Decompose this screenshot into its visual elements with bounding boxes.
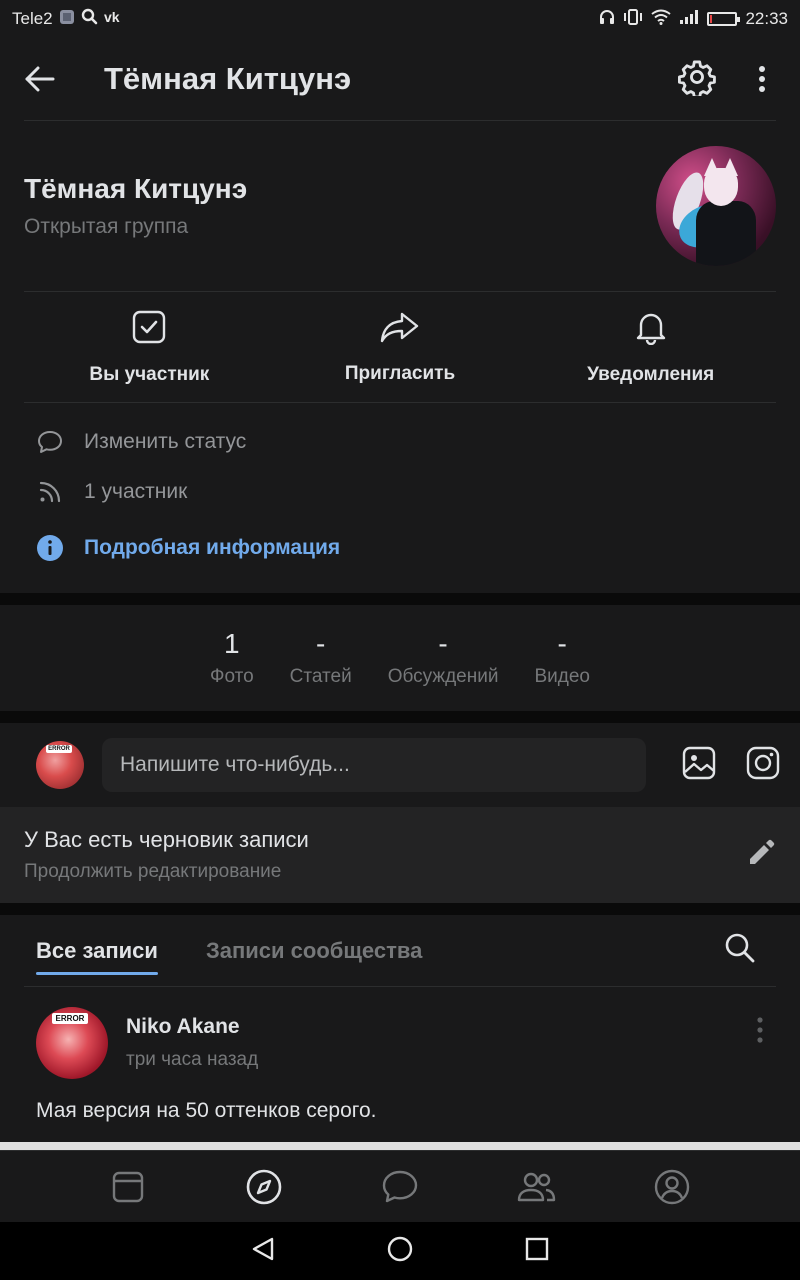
draft-subtitle: Продолжить редактирование [24, 861, 282, 882]
more-vertical-icon[interactable] [752, 66, 772, 92]
counter-label: Видео [534, 666, 590, 687]
members-count: 1 участник [84, 480, 188, 503]
counter-articles[interactable]: - Статей [272, 628, 370, 688]
news-tab-icon[interactable] [104, 1163, 152, 1211]
post-text: Мая версия на 50 оттенков серого. [36, 1099, 377, 1122]
post-composer: ERROR Напишите что-нибудь... [0, 723, 800, 807]
group-meta: Изменить статус 1 участник Подробная инф… [0, 403, 800, 593]
details-row[interactable]: Подробная информация [24, 523, 776, 573]
draft-banner[interactable]: У Вас есть черновик записи Продолжить ре… [0, 807, 800, 903]
wall-tabs: Все записи Записи сообщества [24, 915, 776, 987]
counter-label: Фото [210, 666, 254, 687]
signal-icon [679, 9, 699, 30]
vibrate-icon [623, 8, 643, 30]
user-avatar: ERROR [36, 741, 84, 789]
check-square-icon [131, 309, 167, 350]
battery-icon [707, 12, 741, 26]
svg-text:vk: vk [104, 10, 120, 24]
tab-community-posts[interactable]: Записи сообщества [206, 915, 422, 987]
group-name: Тёмная Китцунэ [24, 173, 248, 204]
member-button[interactable]: Вы участник [24, 292, 275, 402]
pencil-icon[interactable] [746, 838, 776, 873]
chat-bubble-icon [36, 428, 64, 456]
divider [0, 1142, 800, 1150]
counters-block: 1 Фото - Статей - Обсуждений - Видео [0, 605, 800, 711]
top-bar: Тёмная Китцунэ [0, 38, 776, 120]
change-status-row[interactable]: Изменить статус [24, 417, 776, 467]
post-input[interactable]: Напишите что-нибудь... [102, 738, 646, 792]
vk-notification-icon: vk [104, 9, 124, 29]
draft-title: У Вас есть черновик записи [24, 827, 309, 852]
post-more-icon[interactable] [756, 1017, 764, 1048]
nav-recents-icon[interactable] [524, 1236, 550, 1267]
wall-post: ERROR Niko Akane три часа назад Мая верс… [0, 987, 800, 1142]
invite-button[interactable]: Пригласить [275, 292, 526, 402]
carrier-label: Tele2 [12, 9, 53, 28]
counter-label: Обсуждений [387, 666, 499, 687]
post-author[interactable]: Niko Akane [126, 1015, 258, 1039]
counter-value: - [557, 628, 567, 659]
search-icon[interactable] [724, 932, 756, 969]
messages-tab-icon[interactable] [376, 1163, 424, 1211]
app-notification-icon [59, 9, 75, 30]
info-icon [36, 534, 64, 562]
group-avatar[interactable] [656, 146, 776, 266]
app-screen: Тёмная Китцунэ Тёмная Китцунэ Открытая г… [0, 38, 800, 1142]
share-arrow-icon [380, 310, 420, 349]
group-header: Тёмная Китцунэ Открытая группа [0, 121, 800, 291]
bottom-tab-bar [0, 1150, 800, 1222]
counter-value: 1 [224, 628, 240, 659]
wall-block: Все записи Записи сообщества ERROR Niko … [0, 915, 800, 1142]
members-row[interactable]: 1 участник [24, 467, 776, 517]
member-label: Вы участник [89, 363, 210, 385]
counter-discussions[interactable]: - Обсуждений [370, 628, 517, 688]
group-header-block: Тёмная Китцунэ Тёмная Китцунэ Открытая г… [0, 38, 800, 593]
rss-icon [36, 478, 64, 506]
counter-videos[interactable]: - Видео [516, 628, 608, 688]
clock: 22:33 [745, 9, 788, 28]
group-actions: Вы участник Пригласить Уведомления [24, 291, 776, 403]
nav-back-icon[interactable] [250, 1236, 276, 1267]
details-link: Подробная информация [84, 536, 341, 559]
instagram-icon[interactable] [746, 746, 780, 785]
gear-icon[interactable] [678, 58, 716, 101]
counter-value: - [316, 628, 326, 659]
photo-icon[interactable] [682, 746, 716, 785]
page-title: Тёмная Китцунэ [104, 61, 352, 96]
counter-label: Статей [289, 666, 352, 687]
bell-icon [633, 309, 669, 350]
post-time: три часа назад [126, 1049, 259, 1070]
headphones-icon [599, 9, 615, 30]
back-arrow-icon[interactable] [20, 59, 60, 99]
change-status-label: Изменить статус [84, 430, 247, 453]
group-type: Открытая группа [24, 215, 189, 238]
tab-all-posts[interactable]: Все записи [36, 915, 158, 987]
status-bar: Tele2 vk 22:33 [0, 0, 800, 38]
system-nav-bar [0, 1222, 800, 1280]
profile-tab-icon[interactable] [648, 1163, 696, 1211]
counter-value: - [438, 628, 448, 659]
nav-home-icon[interactable] [386, 1235, 414, 1268]
counter-photos[interactable]: 1 Фото [192, 628, 272, 688]
notifications-label: Уведомления [587, 363, 715, 385]
notifications-button[interactable]: Уведомления [525, 292, 776, 402]
invite-label: Пригласить [344, 362, 456, 384]
friends-tab-icon[interactable] [512, 1163, 560, 1211]
author-avatar[interactable]: ERROR [36, 1007, 108, 1079]
wifi-icon [651, 9, 672, 30]
search-notification-icon [81, 8, 98, 30]
explore-tab-icon[interactable] [240, 1163, 288, 1211]
